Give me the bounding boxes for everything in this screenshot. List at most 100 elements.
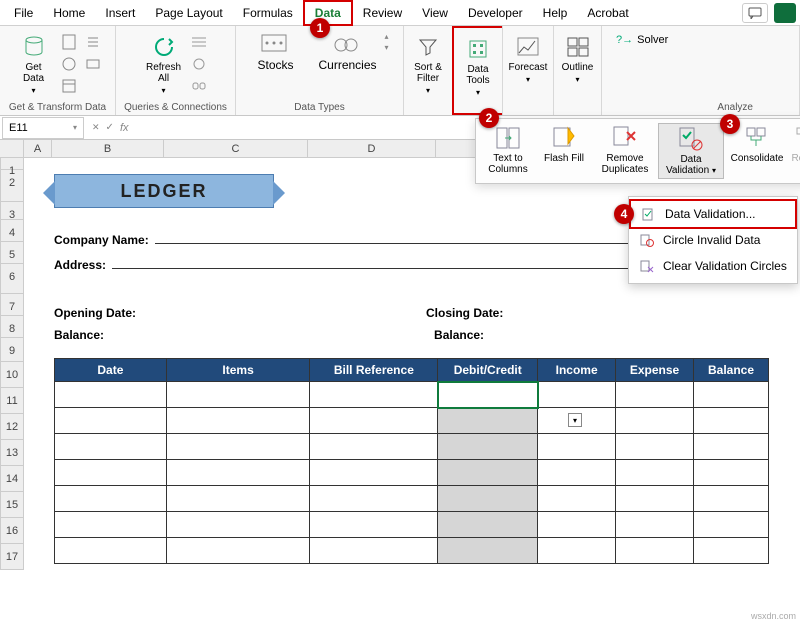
table-header-row: Date Items Bill Reference Debit/Credit I…	[55, 359, 769, 382]
tab-review[interactable]: Review	[353, 2, 412, 24]
callout-4: 4	[614, 204, 634, 224]
existing-conn-button[interactable]	[82, 54, 104, 74]
tab-developer[interactable]: Developer	[458, 2, 533, 24]
group-data-types: Data Types	[240, 100, 399, 115]
table-icon	[62, 79, 76, 93]
table-row	[55, 434, 769, 460]
list-icon	[86, 35, 100, 49]
select-all-corner[interactable]	[0, 140, 24, 157]
clear-circles-icon	[640, 259, 654, 273]
col-date: Date	[55, 359, 167, 382]
closing-date-label: Closing Date:	[426, 306, 503, 320]
row-15[interactable]: 15	[0, 492, 24, 518]
relationships-icon	[796, 127, 800, 149]
row-11[interactable]: 11	[0, 388, 24, 414]
callout-1: 1	[310, 18, 330, 38]
menubar: File Home Insert Page Layout Formulas Da…	[0, 0, 800, 26]
recent-sources-button[interactable]	[82, 32, 104, 52]
row-16[interactable]: 16	[0, 518, 24, 544]
col-a[interactable]: A	[24, 140, 52, 157]
name-box[interactable]: E11▾	[2, 117, 84, 139]
comment-icon	[748, 7, 762, 19]
outline-icon	[567, 37, 589, 57]
tab-page-layout[interactable]: Page Layout	[145, 2, 232, 24]
col-income: Income	[538, 359, 616, 382]
callout-2: 2	[479, 108, 499, 128]
properties-button[interactable]	[188, 54, 210, 74]
share-button[interactable]	[774, 3, 796, 23]
row-17[interactable]: 17	[0, 544, 24, 570]
row-9[interactable]: 9	[0, 338, 24, 362]
stocks-icon	[261, 34, 291, 56]
menu-data-validation[interactable]: Data Validation...	[629, 199, 797, 229]
col-b[interactable]: B	[52, 140, 164, 157]
outline-button[interactable]: Outline ▾	[558, 32, 597, 86]
consolidate-icon	[745, 126, 769, 150]
tab-formulas[interactable]: Formulas	[233, 2, 303, 24]
menu-clear-circles[interactable]: Clear Validation Circles	[629, 253, 797, 279]
forecast-button[interactable]: Forecast ▾	[507, 32, 550, 86]
row-12[interactable]: 12	[0, 414, 24, 440]
connection-icon	[86, 57, 100, 71]
get-data-button[interactable]: Get Data ▾	[12, 32, 56, 97]
cancel-icon[interactable]: ✕	[92, 122, 100, 133]
from-table-button[interactable]	[58, 76, 80, 96]
watermark: wsxdn.com	[751, 611, 796, 621]
stocks-button[interactable]: Stocks	[241, 32, 311, 74]
sort-filter-button[interactable]: Sort & Filter ▾	[408, 32, 448, 97]
cell-dropdown-button[interactable]: ▾	[568, 413, 582, 427]
ledger-table: Date Items Bill Reference Debit/Credit I…	[54, 358, 769, 564]
remove-duplicates-button[interactable]: Remove Duplicates	[592, 123, 658, 179]
flash-fill-button[interactable]: Flash Fill	[536, 123, 592, 179]
comments-button[interactable]	[742, 3, 768, 23]
funnel-icon	[418, 37, 438, 57]
tab-insert[interactable]: Insert	[95, 2, 145, 24]
row-5[interactable]: 5	[0, 242, 24, 264]
text-to-columns-button[interactable]: Text to Columns	[480, 123, 536, 179]
row-7[interactable]: 7	[0, 294, 24, 316]
table-row	[55, 486, 769, 512]
col-c[interactable]: C	[164, 140, 308, 157]
from-text-button[interactable]	[58, 32, 80, 52]
from-web-button[interactable]	[58, 54, 80, 74]
tab-home[interactable]: Home	[43, 2, 95, 24]
row-10[interactable]: 10	[0, 362, 24, 388]
data-validation-split-button[interactable]: Data Validation ▾	[658, 123, 724, 179]
group-queries: Queries & Connections	[120, 100, 231, 115]
relationships-button[interactable]: Relatio	[790, 123, 800, 179]
row-4[interactable]: 4	[0, 220, 24, 242]
data-tools-icon	[468, 39, 488, 59]
row-2[interactable]: 2	[0, 170, 24, 202]
row-3[interactable]: 3	[0, 202, 24, 220]
tab-file[interactable]: File	[4, 2, 43, 24]
queries-button[interactable]	[188, 32, 210, 52]
link-icon	[192, 81, 206, 91]
solver-button[interactable]: ?→ Solver	[612, 32, 672, 48]
enter-icon[interactable]: ✓	[106, 122, 114, 133]
row-6[interactable]: 6	[0, 264, 24, 294]
currencies-icon	[333, 34, 363, 56]
opening-date-label: Opening Date:	[54, 306, 136, 320]
currencies-button[interactable]: Currencies	[313, 32, 383, 74]
tab-help[interactable]: Help	[533, 2, 578, 24]
remove-duplicates-icon	[613, 126, 637, 150]
data-validation-menu: Data Validation... Circle Invalid Data C…	[628, 196, 798, 284]
edit-links-button[interactable]	[188, 76, 210, 96]
table-row	[55, 460, 769, 486]
row-13[interactable]: 13	[0, 440, 24, 466]
tab-view[interactable]: View	[412, 2, 458, 24]
refresh-all-button[interactable]: Refresh All ▾	[142, 32, 186, 97]
row-8[interactable]: 8	[0, 316, 24, 338]
data-tools-button[interactable]: Data Tools ▾	[458, 34, 498, 99]
table-row	[55, 408, 769, 434]
forecast-icon	[517, 37, 539, 57]
gear-icon	[192, 57, 206, 71]
row-1[interactable]: 1	[0, 158, 24, 170]
validation-check-icon	[642, 207, 656, 221]
col-d[interactable]: D	[308, 140, 436, 157]
text-columns-icon	[496, 126, 520, 150]
fx-icon[interactable]: fx	[120, 122, 129, 134]
tab-acrobat[interactable]: Acrobat	[577, 2, 638, 24]
menu-circle-invalid[interactable]: Circle Invalid Data	[629, 227, 797, 253]
row-14[interactable]: 14	[0, 466, 24, 492]
